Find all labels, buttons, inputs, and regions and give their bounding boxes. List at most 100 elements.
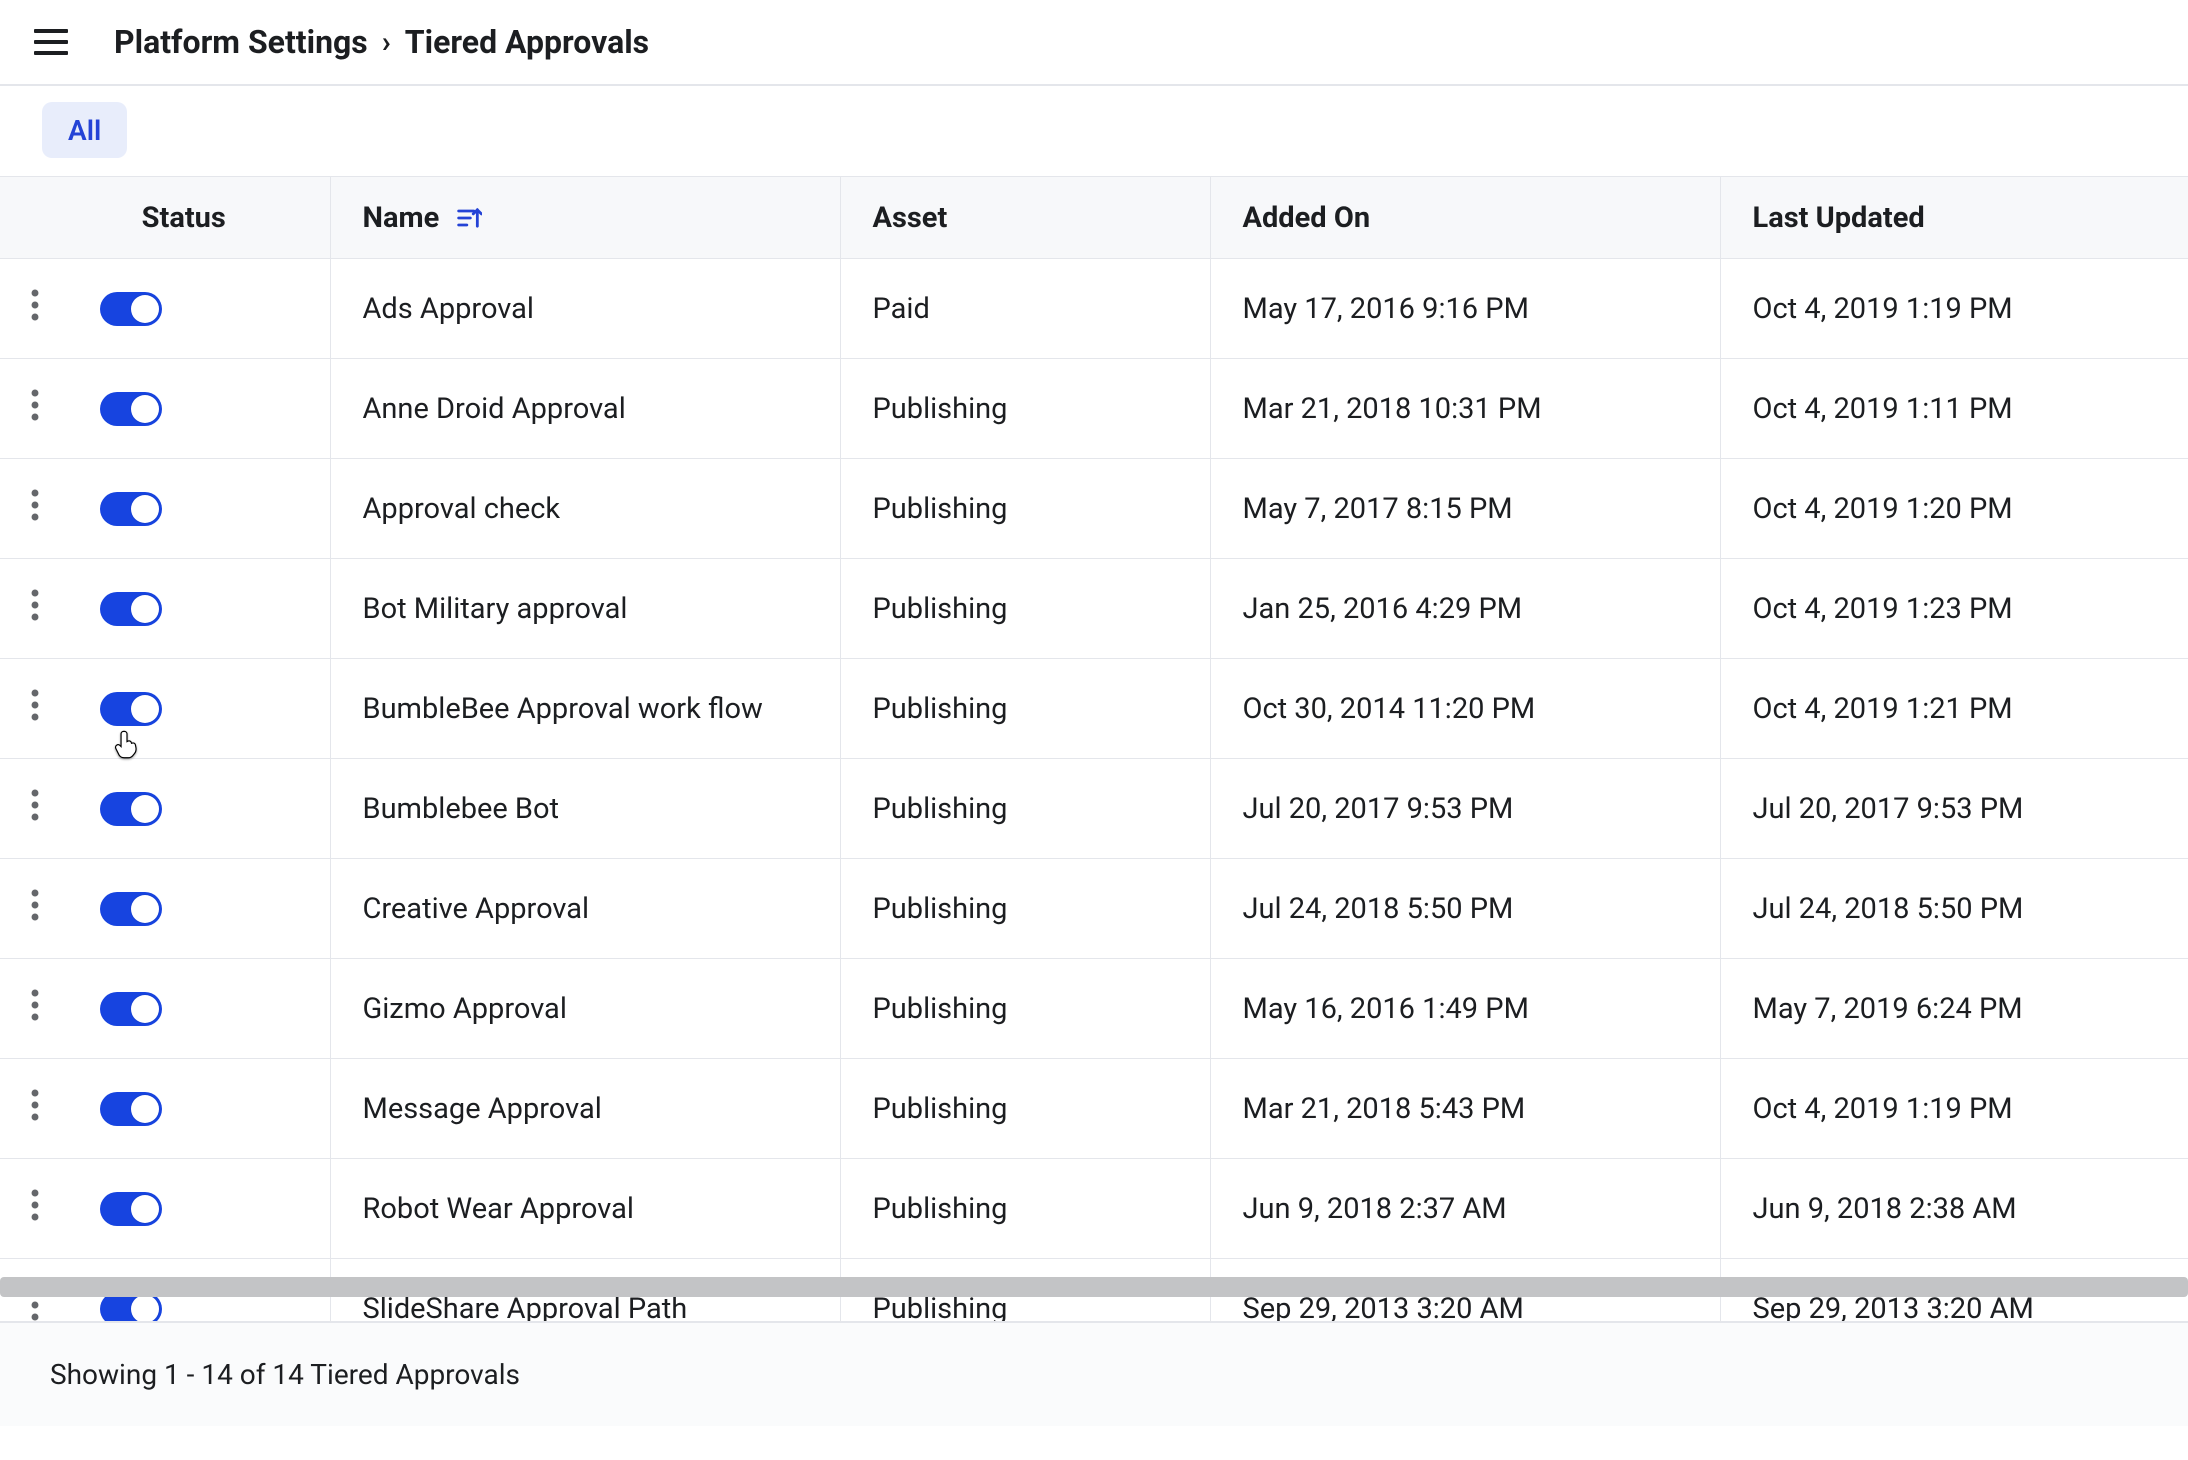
table-row[interactable]: Anne Droid ApprovalPublishingMar 21, 201… — [0, 359, 2188, 459]
cell-last-updated: Oct 4, 2019 1:20 PM — [1753, 492, 2013, 526]
more-vertical-icon — [31, 1189, 39, 1229]
status-toggle[interactable] — [100, 492, 162, 526]
horizontal-scrollbar[interactable] — [0, 1277, 2188, 1297]
more-vertical-icon — [31, 389, 39, 429]
cell-last-updated: Oct 4, 2019 1:19 PM — [1753, 1092, 2013, 1126]
cell-added-on: Mar 21, 2018 5:43 PM — [1243, 1092, 1526, 1126]
cell-name: Approval check — [363, 492, 561, 526]
table-row[interactable]: Robot Wear Approval Publishing Jun 9, 2018… — [0, 1159, 2188, 1259]
header-bar: Platform Settings › Tiered Approvals — [0, 0, 2188, 86]
cell-name: Creative Approval — [363, 892, 590, 926]
table-row[interactable]: Gizmo ApprovalPublishingMay 16, 2016 1:4… — [0, 959, 2188, 1059]
status-toggle[interactable] — [100, 792, 162, 826]
row-actions-menu[interactable] — [0, 459, 70, 558]
row-actions-menu[interactable] — [0, 559, 70, 658]
table-row[interactable]: Bumblebee BotPublishingJul 20, 2017 9:53… — [0, 759, 2188, 859]
status-toggle[interactable] — [100, 1192, 162, 1226]
more-vertical-icon — [31, 989, 39, 1029]
column-header-actions — [0, 177, 70, 259]
more-vertical-icon — [31, 589, 39, 629]
hamburger-menu-button[interactable] — [34, 24, 70, 60]
cell-name: Bot Military approval — [363, 592, 628, 626]
table-row[interactable]: BumbleBee Approval work flow Publishing Oc… — [0, 659, 2188, 759]
table-header-row: Status Name — [0, 177, 2188, 259]
status-toggle[interactable] — [100, 992, 162, 1026]
table-container: Status Name — [0, 176, 2188, 1321]
status-toggle[interactable] — [100, 892, 162, 926]
more-vertical-icon — [31, 689, 39, 729]
cell-name: Robot Wear Approval — [363, 1192, 634, 1226]
breadcrumb-parent[interactable]: Platform Settings — [114, 23, 368, 61]
cell-asset: Publishing — [873, 492, 1008, 526]
cell-asset: Publishing — [873, 592, 1008, 626]
column-header-added-on-label: Added On — [1243, 201, 1371, 235]
status-toggle[interactable] — [100, 392, 162, 426]
column-header-asset-label: Asset — [873, 201, 948, 235]
status-toggle[interactable] — [100, 1092, 162, 1126]
column-header-name[interactable]: Name — [330, 177, 840, 259]
status-toggle[interactable] — [100, 692, 162, 726]
filter-chip-row: All — [0, 86, 2188, 176]
cell-asset: Publishing — [873, 392, 1008, 426]
more-vertical-icon — [31, 489, 39, 529]
cell-name: Anne Droid Approval — [363, 392, 626, 426]
chevron-right-icon: › — [382, 25, 391, 60]
cell-last-updated: May 7, 2019 6:24 PM — [1753, 992, 2023, 1026]
showing-text: Showing 1 - 14 of 14 Tiered Approvals — [50, 1358, 520, 1391]
table-row[interactable]: Message Approval Publishing Mar 21, 2018 5… — [0, 1059, 2188, 1159]
cell-name: BumbleBee Approval work flow — [363, 692, 763, 726]
row-actions-menu[interactable] — [0, 659, 70, 758]
column-header-asset[interactable]: Asset — [840, 177, 1210, 259]
sort-ascending-icon[interactable] — [453, 203, 483, 233]
row-actions-menu[interactable] — [0, 1059, 70, 1158]
table-row[interactable]: Creative Approval Publishing Jul 24, 2018 … — [0, 859, 2188, 959]
cell-asset: Publishing — [873, 1192, 1008, 1226]
cell-added-on: May 17, 2016 9:16 PM — [1243, 292, 1529, 326]
table-row[interactable]: Approval check Publishing May 7, 2017 8:15… — [0, 459, 2188, 559]
status-toggle[interactable] — [100, 292, 162, 326]
more-vertical-icon — [31, 789, 39, 829]
cell-added-on: Jul 24, 2018 5:50 PM — [1243, 892, 1514, 926]
approvals-table: Status Name — [0, 176, 2188, 1321]
filter-chip-all[interactable]: All — [42, 102, 127, 158]
row-actions-menu[interactable] — [0, 359, 70, 458]
column-header-status-label: Status — [142, 201, 226, 235]
cell-last-updated: Oct 4, 2019 1:11 PM — [1753, 392, 2013, 426]
breadcrumb-current[interactable]: Tiered Approvals — [405, 23, 649, 61]
cell-name: Message Approval — [363, 1092, 602, 1126]
cell-added-on: Jan 25, 2016 4:29 PM — [1243, 592, 1523, 626]
cell-last-updated: Oct 4, 2019 1:23 PM — [1753, 592, 2013, 626]
table-row[interactable]: Bot Military approval Publishing Jan 25, 2… — [0, 559, 2188, 659]
cell-asset: Publishing — [873, 992, 1008, 1026]
column-header-last-updated[interactable]: Last Updated — [1720, 177, 2188, 259]
cell-asset: Publishing — [873, 1092, 1008, 1126]
row-actions-menu[interactable] — [0, 759, 70, 858]
column-header-name-label: Name — [363, 201, 440, 235]
table-row[interactable]: Ads ApprovalPaidMay 17, 2016 9:16 PMOct … — [0, 259, 2188, 359]
more-vertical-icon — [31, 889, 39, 929]
cell-name: Ads Approval — [363, 292, 534, 326]
column-header-status[interactable]: Status — [70, 177, 330, 259]
cell-last-updated: Oct 4, 2019 1:19 PM — [1753, 292, 2013, 326]
cell-last-updated: Oct 4, 2019 1:21 PM — [1753, 692, 2013, 726]
row-actions-menu[interactable] — [0, 259, 70, 358]
breadcrumb: Platform Settings › Tiered Approvals — [114, 23, 649, 61]
cell-name: Bumblebee Bot — [363, 792, 560, 826]
cell-added-on: May 7, 2017 8:15 PM — [1243, 492, 1513, 526]
cell-asset: Publishing — [873, 892, 1008, 926]
table-footer: Showing 1 - 14 of 14 Tiered Approvals — [0, 1321, 2188, 1426]
cell-asset: Publishing — [873, 692, 1008, 726]
row-actions-menu[interactable] — [0, 959, 70, 1058]
cell-last-updated: Jun 9, 2018 2:38 AM — [1753, 1192, 2017, 1226]
cell-added-on: Oct 30, 2014 11:20 PM — [1243, 692, 1536, 726]
row-actions-menu[interactable] — [0, 1159, 70, 1258]
cell-added-on: Jul 20, 2017 9:53 PM — [1243, 792, 1514, 826]
cell-last-updated: Jul 20, 2017 9:53 PM — [1753, 792, 2024, 826]
row-actions-menu[interactable] — [0, 859, 70, 958]
column-header-last-updated-label: Last Updated — [1753, 201, 1925, 235]
more-vertical-icon — [31, 1089, 39, 1129]
cell-added-on: May 16, 2016 1:49 PM — [1243, 992, 1529, 1026]
status-toggle[interactable] — [100, 592, 162, 626]
column-header-added-on[interactable]: Added On — [1210, 177, 1720, 259]
cell-last-updated: Jul 24, 2018 5:50 PM — [1753, 892, 2024, 926]
